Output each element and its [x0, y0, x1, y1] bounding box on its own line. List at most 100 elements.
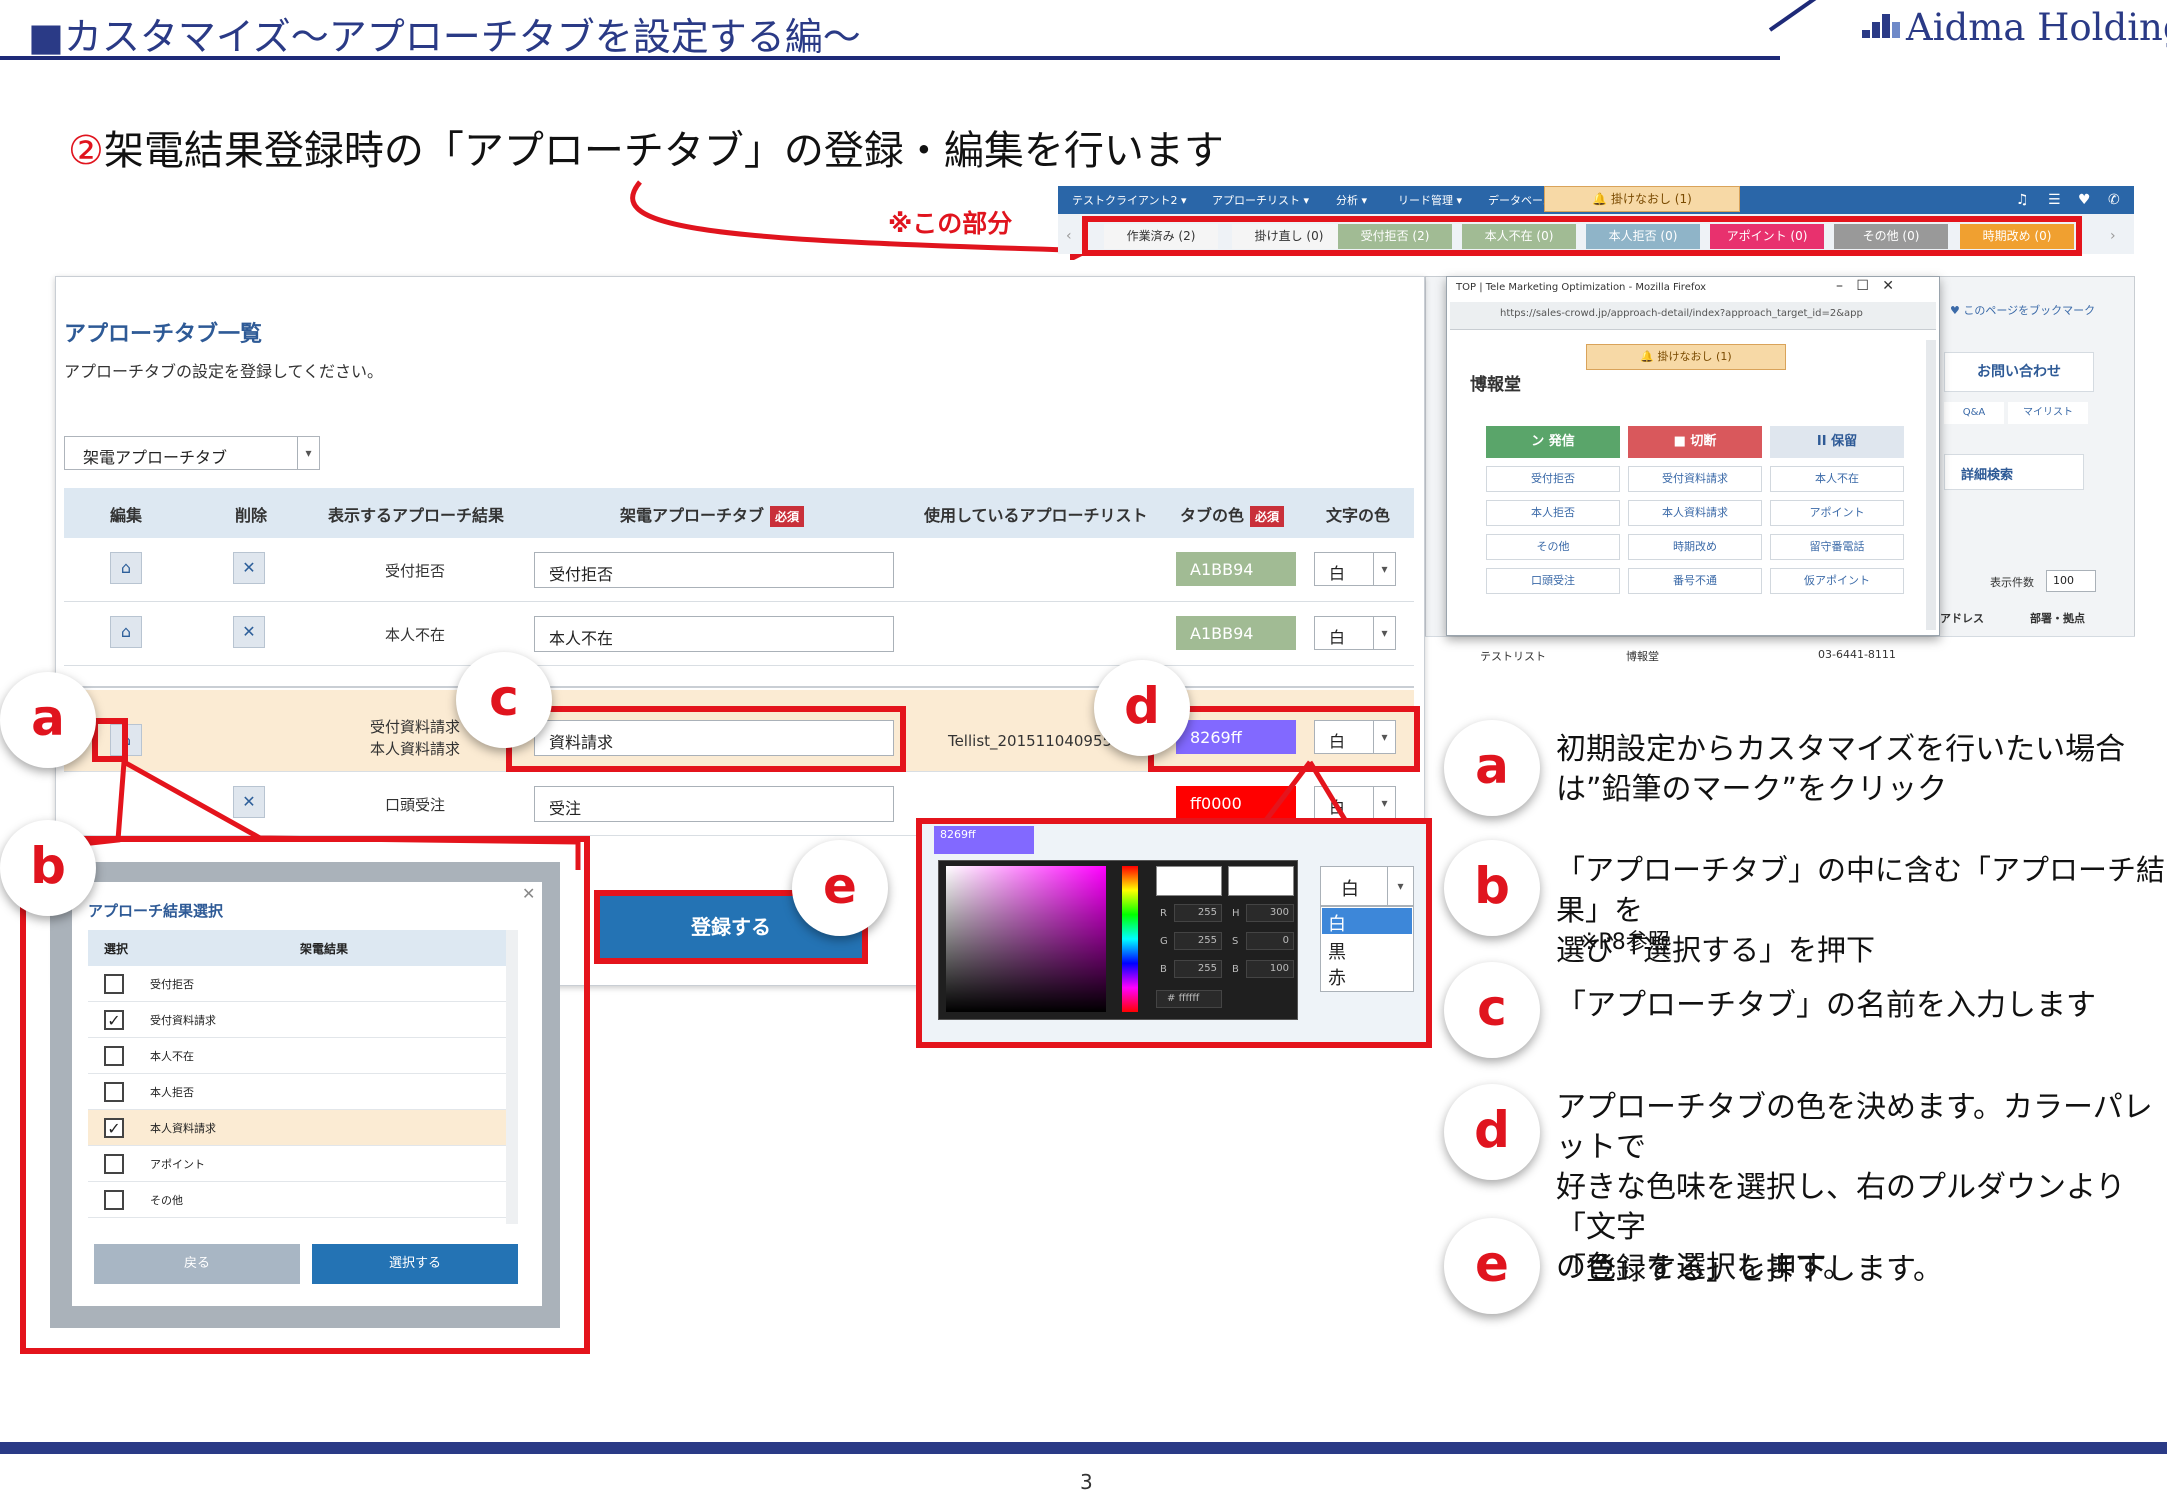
nav-client[interactable]: テストクライアント2 ▾	[1072, 192, 1187, 208]
highlight-box-tabs	[1082, 216, 2082, 256]
approach-result-cell: 本人不在	[384, 626, 445, 644]
result-button[interactable]: 番号不通	[1628, 568, 1762, 594]
qa-link[interactable]: Q&A	[1944, 402, 2004, 424]
url-text[interactable]: https://sales-crowd.jp/approach-detail/i…	[1500, 308, 1900, 319]
section-title: アプローチタブ一覧	[64, 322, 263, 347]
tab-name-input[interactable]: 本人不在	[534, 616, 894, 652]
annotation-circle-c: c	[1444, 962, 1540, 1058]
highlight-box-modal	[20, 836, 590, 1354]
edit-pencil-icon[interactable]: ⌂	[110, 552, 142, 584]
result-button[interactable]: その他	[1486, 534, 1620, 560]
nav-analysis[interactable]: 分析 ▾	[1336, 192, 1367, 208]
headset-icon[interactable]: ♫	[2016, 192, 2029, 208]
annotation-c-text: 「アプローチタブ」の名前を入力します	[1556, 988, 2096, 1023]
dial-button[interactable]: ン 発信	[1486, 426, 1620, 458]
firefox-title: TOP | Tele Marketing Optimization - Mozi…	[1456, 282, 1707, 293]
edit-pencil-icon[interactable]: ⌂	[110, 616, 142, 648]
callout-circle-b: b	[0, 820, 96, 916]
result-button[interactable]: アポイント	[1770, 500, 1904, 526]
chevron-right-icon[interactable]: ›	[2110, 228, 2116, 244]
result-button[interactable]: 本人不在	[1770, 466, 1904, 492]
dept-column-header: 部署・拠点	[2030, 612, 2085, 625]
display-count-select[interactable]: 100	[2046, 570, 2096, 592]
annotation-circle-b: b	[1444, 840, 1540, 936]
callout-circle-e: e	[792, 840, 888, 936]
phone-icon[interactable]: ✆	[2108, 192, 2120, 208]
phone-cell: 03-6441-8111	[1818, 648, 1896, 661]
font-color-select[interactable]: 白 ▾	[1314, 552, 1396, 586]
annotation-circle-d: d	[1444, 1084, 1540, 1180]
chevron-down-icon: ▾	[1373, 553, 1395, 585]
heart-icon[interactable]: ♥	[2078, 192, 2091, 208]
callout-circle-c: c	[456, 652, 552, 748]
chevron-left-icon[interactable]: ‹	[1066, 228, 1072, 244]
delete-x-icon[interactable]: ✕	[233, 616, 265, 648]
company-logo: Aidma Holdings	[1906, 6, 2167, 49]
popup-callback-notification[interactable]: 🔔 掛けなおし (1)	[1586, 344, 1786, 370]
font-color-select[interactable]: 白 ▾	[1314, 616, 1396, 650]
result-button[interactable]: 口頭受注	[1486, 568, 1620, 594]
callout-circle-d: d	[1094, 660, 1190, 756]
cropped-row	[64, 666, 1414, 688]
column-approach-list: 使用しているアプローチリスト	[924, 506, 1148, 525]
scrollbar[interactable]	[1926, 340, 1936, 630]
tab-color-field[interactable]: A1BB94	[1176, 616, 1296, 650]
detail-search-button[interactable]: 詳細検索	[1944, 454, 2084, 490]
company-cell: 博報堂	[1626, 650, 1659, 663]
chevron-down-icon: ▾	[297, 437, 319, 469]
window-controls[interactable]: – ☐ ✕	[1836, 278, 1894, 294]
slide-title: ■カスタマイズ〜アプローチタブを設定する編〜	[28, 15, 861, 59]
result-button[interactable]: 本人資料請求	[1628, 500, 1762, 526]
callout-label: ※この部分	[888, 209, 1013, 238]
result-button[interactable]: 時期改め	[1628, 534, 1762, 560]
page-number: 3	[1080, 1470, 1093, 1494]
tab-color-field[interactable]: A1BB94	[1176, 552, 1296, 586]
callout-circle-a: a	[0, 672, 96, 768]
callout-arrow	[630, 180, 1092, 260]
annotation-e-text: 「登録する」を押下します。	[1556, 1252, 1943, 1287]
list-name-cell: テストリスト	[1480, 650, 1546, 663]
chevron-down-icon: ▾	[1373, 617, 1395, 649]
result-button[interactable]: 留守番電話	[1770, 534, 1904, 560]
column-tab-name: 架電アプローチタブ 必須	[620, 502, 805, 527]
annotation-b-note: ※P8参照	[1580, 930, 1670, 955]
result-button[interactable]: 仮アポイント	[1770, 568, 1904, 594]
highlight-box-edit	[92, 718, 128, 762]
tab-type-select[interactable]: 架電アプローチタブ ▾	[64, 436, 320, 470]
column-edit: 編集	[110, 506, 143, 525]
header-rule	[0, 56, 1780, 60]
column-tab-color: タブの色 必須	[1180, 502, 1285, 527]
annotation-a-text: 初期設定からカスタマイズを行いたい場合 は”鉛筆のマーク”をクリック	[1556, 732, 2126, 807]
delete-x-icon[interactable]: ✕	[233, 552, 265, 584]
bookmark-link[interactable]: ♥ このページをブックマーク	[1950, 302, 2110, 326]
logo-mark-icon	[1862, 14, 1900, 38]
approach-result-cell: 受付拒否	[384, 562, 445, 580]
result-button[interactable]: 本人拒否	[1486, 500, 1620, 526]
company-name: 博報堂	[1470, 375, 1521, 395]
column-delete: 削除	[235, 506, 268, 525]
hold-button[interactable]: II 保留	[1770, 426, 1904, 458]
approach-result-cell: 受付資料請求 本人資料請求	[369, 718, 460, 758]
column-approach-result: 表示するアプローチ結果	[328, 506, 505, 525]
annotation-circle-a: a	[1444, 720, 1540, 816]
slide-subtitle: ②架電結果登録時の「アプローチタブ」の登録・編集を行います	[68, 128, 1224, 174]
tab-name-input[interactable]: 受付拒否	[534, 552, 894, 588]
column-font-color: 文字の色	[1326, 506, 1391, 525]
callback-notification[interactable]: 🔔 掛けなおし (1)	[1544, 186, 1740, 212]
mylist-link[interactable]: マイリスト	[2008, 402, 2088, 424]
table-header: 編集 削除 表示するアプローチ結果 架電アプローチタブ 必須 使用しているアプロー…	[64, 488, 1414, 538]
header-rule-diagonal	[1768, 0, 1822, 32]
contact-button[interactable]: お問い合わせ	[1944, 352, 2094, 392]
result-button[interactable]: 受付拒否	[1486, 466, 1620, 492]
footer-rule	[0, 1442, 2167, 1454]
list-icon[interactable]: ☰	[2048, 192, 2061, 208]
nav-approach-list[interactable]: アプローチリスト ▾	[1212, 192, 1309, 208]
hangup-button[interactable]: ■ 切断	[1628, 426, 1762, 458]
section-description: アプローチタブの設定を登録してください。	[64, 362, 384, 381]
nav-lead[interactable]: リード管理 ▾	[1398, 192, 1462, 208]
approach-list-cell: Tellist_201511040955	[947, 732, 1113, 750]
annotation-circle-e: e	[1444, 1218, 1540, 1314]
display-count-label: 表示件数	[1990, 576, 2034, 589]
address-column-header: アドレス	[1940, 612, 1984, 625]
result-button[interactable]: 受付資料請求	[1628, 466, 1762, 492]
